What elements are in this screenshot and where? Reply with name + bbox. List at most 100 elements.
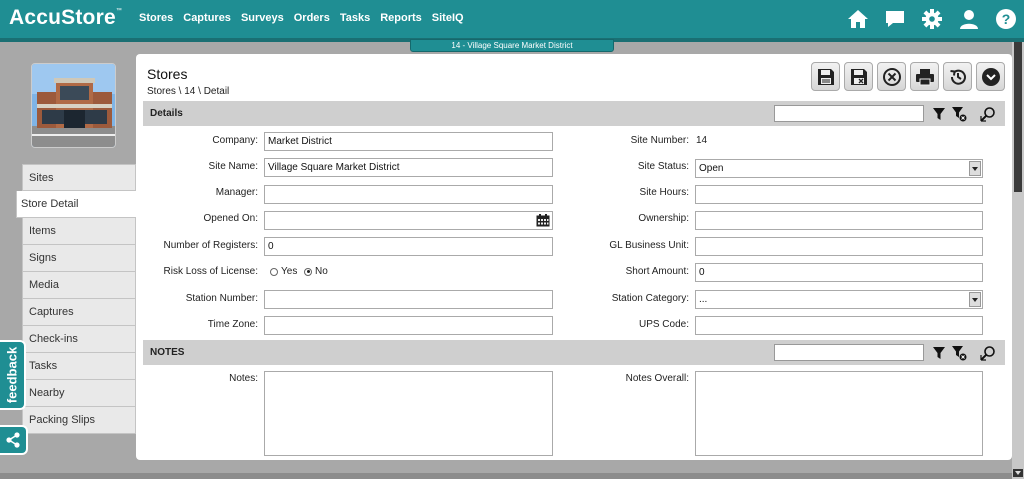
station-number-field[interactable] bbox=[264, 290, 553, 309]
sidebar-item-signs[interactable]: Signs bbox=[22, 245, 136, 272]
share-button[interactable] bbox=[0, 425, 28, 455]
station-category-label: Station Category: bbox=[611, 293, 689, 304]
radio-no-dot[interactable] bbox=[304, 267, 312, 276]
save-close-button[interactable] bbox=[844, 62, 873, 91]
nav-tasks[interactable]: Tasks bbox=[340, 12, 370, 24]
risk-loss-label: Risk Loss of License: bbox=[163, 266, 259, 277]
opened-on-field[interactable] bbox=[264, 211, 553, 230]
nav-stores[interactable]: Stores bbox=[139, 12, 173, 24]
site-hours-label: Site Hours: bbox=[639, 187, 689, 198]
nav-surveys[interactable]: Surveys bbox=[241, 12, 284, 24]
sidebar-item-nearby[interactable]: Nearby bbox=[22, 380, 136, 407]
main-nav: Stores Captures Surveys Orders Tasks Rep… bbox=[139, 12, 464, 24]
gear-icon[interactable] bbox=[920, 7, 944, 31]
sidebar-item-sites[interactable]: Sites bbox=[22, 164, 136, 191]
history-button[interactable] bbox=[943, 62, 972, 91]
svg-text:?: ? bbox=[1002, 11, 1011, 27]
sidebar-item-tasks[interactable]: Tasks bbox=[22, 353, 136, 380]
share-icon bbox=[6, 432, 20, 448]
chat-icon[interactable] bbox=[883, 7, 907, 31]
opened-on-label: Opened On: bbox=[203, 213, 258, 224]
notes-textarea[interactable] bbox=[264, 371, 553, 456]
gl-business-unit-field[interactable] bbox=[695, 237, 983, 256]
site-status-value: Open bbox=[699, 163, 724, 174]
notes-filter-input[interactable] bbox=[774, 344, 924, 361]
help-icon[interactable]: ? bbox=[994, 7, 1018, 31]
nav-reports[interactable]: Reports bbox=[380, 12, 422, 24]
feedback-button[interactable]: feedback bbox=[0, 340, 26, 410]
notes-section-header: NOTES bbox=[143, 340, 1005, 365]
sidebar-nav: Sites Store Detail Items Signs Media Cap… bbox=[16, 164, 136, 434]
filter-icon[interactable] bbox=[930, 105, 947, 122]
notes-overall-textarea[interactable] bbox=[695, 371, 983, 456]
site-number-label: Site Number: bbox=[630, 135, 689, 146]
save-close-icon bbox=[850, 68, 867, 85]
page-scrollbar[interactable] bbox=[1012, 42, 1024, 479]
short-amount-field[interactable]: 0 bbox=[695, 263, 983, 282]
site-number-value: 14 bbox=[696, 135, 708, 146]
store-photo[interactable] bbox=[31, 63, 116, 148]
nav-captures[interactable]: Captures bbox=[183, 12, 231, 24]
record-tab[interactable]: 14 - Village Square Market District bbox=[410, 39, 614, 52]
station-category-select[interactable]: ... bbox=[695, 290, 983, 309]
scrollbar-thumb[interactable] bbox=[1014, 42, 1022, 192]
nav-siteiq[interactable]: SiteIQ bbox=[432, 12, 464, 24]
top-navigation-bar: AccuStore™ Stores Captures Surveys Order… bbox=[0, 0, 1024, 38]
details-section-header: Details bbox=[143, 101, 1005, 126]
ups-code-field[interactable] bbox=[695, 316, 983, 335]
app-logo[interactable]: AccuStore™ bbox=[9, 6, 122, 30]
clear-filter-icon[interactable] bbox=[950, 344, 967, 361]
nav-orders[interactable]: Orders bbox=[294, 12, 330, 24]
main-panel: Stores Stores \ 14 \ Detail Details Comp… bbox=[136, 54, 1012, 460]
site-hours-field[interactable] bbox=[695, 185, 983, 204]
manager-label: Manager: bbox=[215, 187, 258, 198]
details-filter-input[interactable] bbox=[774, 105, 924, 122]
save-button[interactable] bbox=[811, 62, 840, 91]
sidebar-item-packing-slips[interactable]: Packing Slips bbox=[22, 407, 136, 434]
feedback-label: feedback bbox=[4, 346, 20, 404]
cancel-button[interactable] bbox=[877, 62, 906, 91]
search-popout-icon[interactable] bbox=[979, 344, 996, 361]
risk-no-label: No bbox=[315, 266, 328, 277]
print-button[interactable] bbox=[910, 62, 939, 91]
filter-icon[interactable] bbox=[930, 344, 947, 361]
breadcrumb: Stores \ 14 \ Detail bbox=[147, 86, 230, 97]
site-name-field[interactable]: Village Square Market District bbox=[264, 158, 553, 177]
more-button[interactable] bbox=[976, 62, 1005, 91]
user-icon[interactable] bbox=[957, 7, 981, 31]
ownership-field[interactable] bbox=[695, 211, 983, 230]
sidebar-item-media[interactable]: Media bbox=[22, 272, 136, 299]
clear-filter-icon[interactable] bbox=[950, 105, 967, 122]
details-section-title: Details bbox=[150, 108, 183, 119]
sidebar-item-store-detail[interactable]: Store Detail bbox=[16, 191, 136, 218]
site-status-select[interactable]: Open bbox=[695, 159, 983, 178]
manager-field[interactable] bbox=[264, 185, 553, 204]
chevron-down-icon[interactable] bbox=[969, 292, 981, 307]
time-zone-field[interactable] bbox=[264, 316, 553, 335]
scroll-down-arrow[interactable] bbox=[1013, 469, 1023, 477]
risk-yes-radio[interactable]: Yes bbox=[270, 266, 297, 277]
search-popout-icon[interactable] bbox=[979, 105, 996, 122]
ups-code-label: UPS Code: bbox=[638, 319, 689, 330]
registers-label: Number of Registers: bbox=[163, 240, 258, 251]
risk-yes-label: Yes bbox=[281, 266, 298, 277]
company-field[interactable]: Market District bbox=[264, 132, 553, 151]
home-icon[interactable] bbox=[846, 7, 870, 31]
time-zone-label: Time Zone: bbox=[207, 319, 258, 330]
chevron-down-icon[interactable] bbox=[969, 161, 981, 176]
gl-business-unit-label: GL Business Unit: bbox=[609, 240, 689, 251]
sidebar-item-captures[interactable]: Captures bbox=[22, 299, 136, 326]
history-icon bbox=[949, 69, 966, 85]
notes-label: Notes: bbox=[229, 373, 258, 384]
site-status-label: Site Status: bbox=[637, 161, 689, 172]
bottom-strip bbox=[0, 473, 1012, 479]
radio-yes-dot[interactable] bbox=[270, 267, 278, 276]
short-amount-label: Short Amount: bbox=[625, 266, 689, 277]
company-label: Company: bbox=[212, 135, 258, 146]
save-icon bbox=[817, 68, 834, 85]
risk-no-radio[interactable]: No bbox=[304, 266, 328, 277]
registers-field[interactable]: 0 bbox=[264, 237, 553, 256]
sidebar-item-items[interactable]: Items bbox=[22, 218, 136, 245]
sidebar-item-check-ins[interactable]: Check-ins bbox=[22, 326, 136, 353]
notes-section-title: NOTES bbox=[150, 347, 185, 358]
